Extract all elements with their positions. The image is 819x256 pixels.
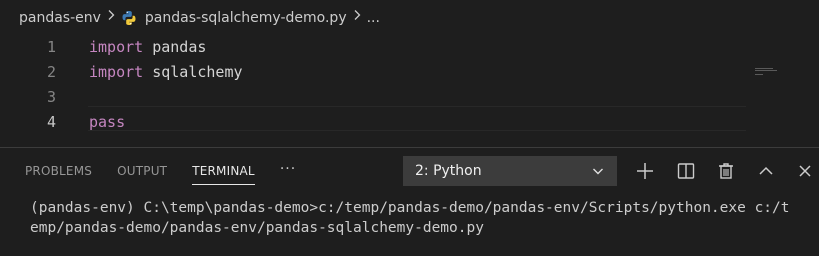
python-file-icon — [121, 10, 137, 26]
terminal-line: emp/pandas-demo/pandas-env/pandas-sqlalc… — [30, 220, 484, 236]
keyword-token: import — [89, 62, 144, 81]
minimap-line — [755, 74, 763, 75]
line-content: import pandas — [89, 38, 206, 56]
bottom-panel: PROBLEMS OUTPUT TERMINAL ··· 2: Python (… — [0, 147, 819, 256]
terminal-output[interactable]: (pandas-env) C:\temp\pandas-demo>c:/temp… — [30, 198, 815, 238]
code-line[interactable]: 3 — [0, 84, 750, 109]
keyword-token: pass — [89, 112, 126, 131]
terminal-select-value: 2: Python — [415, 163, 482, 179]
identifier-token: pandas — [143, 37, 207, 56]
breadcrumb: pandas-env pandas-sqlalchemy-demo.py ... — [0, 0, 819, 36]
panel-tabs: PROBLEMS OUTPUT TERMINAL ··· — [0, 148, 296, 194]
chevron-right-icon — [353, 9, 361, 25]
minimap-line — [755, 70, 777, 71]
terminal-select[interactable]: 2: Python — [403, 156, 617, 186]
keyword-token: import — [89, 37, 144, 56]
identifier-token: sqlalchemy — [143, 62, 243, 81]
plus-icon[interactable] — [635, 161, 655, 181]
line-content: import sqlalchemy — [89, 63, 243, 81]
close-icon[interactable] — [795, 161, 815, 181]
breadcrumb-file-label: pandas-sqlalchemy-demo.py — [144, 10, 347, 26]
line-number: 1 — [46, 37, 56, 56]
minimap[interactable] — [755, 68, 777, 75]
more-actions-icon[interactable]: ··· — [280, 161, 296, 177]
line-content: pass — [89, 113, 125, 131]
breadcrumb-folder[interactable]: pandas-env — [19, 10, 101, 26]
code-line[interactable]: 1 import pandas — [0, 34, 750, 59]
tab-problems[interactable]: PROBLEMS — [25, 148, 92, 194]
minimap-line — [755, 68, 773, 69]
chevron-down-icon — [591, 164, 605, 178]
code-editor[interactable]: 1 import pandas 2 import sqlalchemy 3 4 … — [0, 36, 819, 146]
chevron-right-icon — [107, 9, 115, 25]
tab-terminal[interactable]: TERMINAL — [192, 148, 255, 194]
split-terminal-icon[interactable] — [676, 161, 696, 181]
chevron-up-icon[interactable] — [756, 161, 776, 181]
trash-icon[interactable] — [716, 161, 736, 181]
line-number: 4 — [46, 112, 56, 131]
breadcrumb-file[interactable]: pandas-sqlalchemy-demo.py — [121, 10, 347, 26]
breadcrumb-more[interactable]: ... — [367, 10, 380, 26]
line-number: 3 — [46, 87, 56, 106]
line-number: 2 — [46, 62, 56, 81]
tab-output[interactable]: OUTPUT — [117, 148, 167, 194]
code-line[interactable]: 2 import sqlalchemy — [0, 59, 750, 84]
terminal-line: (pandas-env) C:\temp\pandas-demo>c:/temp… — [30, 200, 790, 216]
code-line[interactable]: 4 pass — [0, 109, 750, 134]
